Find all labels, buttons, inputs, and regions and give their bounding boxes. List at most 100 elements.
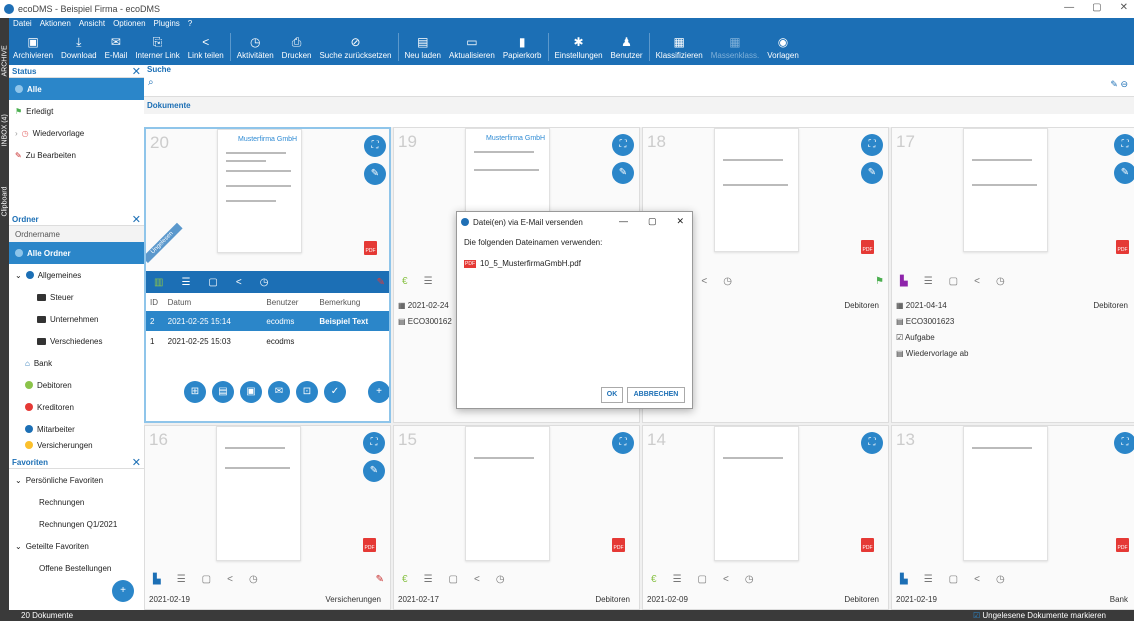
fullscreen-button[interactable]: ⛶ [363,432,385,454]
doc-icon[interactable]: ▢ [208,277,217,288]
file-entry[interactable]: PDF 10_5_MusterfirmaGmbH.pdf [464,259,685,268]
side-tab-clipboard[interactable]: Clipboard [2,187,9,217]
refresh-button[interactable]: ▭ Aktualisieren [445,29,499,65]
status-item-alle[interactable]: Alle [9,78,144,100]
list-icon[interactable]: ☰ [424,574,433,585]
close-icon[interactable]: ✕ [1120,2,1128,13]
history-icon[interactable]: ◷ [496,574,505,585]
edit-button[interactable]: ✎ [612,162,634,184]
action-2-button[interactable]: ▤ [212,381,234,403]
trash-button[interactable]: ▮ Papierkorb [499,29,546,65]
side-tab-archive[interactable]: ARCHIVE [2,45,9,76]
doc-icon[interactable]: ▢ [698,574,707,585]
chevron-down-icon[interactable]: ⌄ [15,271,22,280]
status-item-erledigt[interactable]: ⚑ Erledigt [9,100,144,122]
folder-item-mitarbeiter[interactable]: Mitarbeiter [9,418,144,440]
pencil-icon[interactable]: ✎ [376,574,384,585]
document-thumbnail[interactable] [465,426,550,561]
ok-button[interactable]: OK [601,387,623,403]
history-icon[interactable]: ◷ [260,277,269,288]
activities-button[interactable]: ◷ Aktivitäten [233,29,278,65]
doc-icon[interactable]: ▢ [202,574,211,585]
minimize-icon[interactable]: — [619,216,628,227]
download-button[interactable]: ⤓ Download [57,29,101,65]
document-thumbnail[interactable] [714,128,799,252]
euro-icon[interactable]: € [402,276,408,287]
mark-unread-checkbox[interactable]: ☑ Ungelesene Dokumente markieren [973,611,1106,620]
mail-button[interactable]: ✉ [268,381,290,403]
fullscreen-button[interactable]: ⛶ [612,134,634,156]
action-1-button[interactable]: ⊞ [184,381,206,403]
fav-shared[interactable]: ⌄ Geteilte Favoriten [9,535,144,557]
folder-item-versicherungen[interactable]: Versicherungen [9,440,144,450]
history-icon[interactable]: ◷ [745,574,754,585]
document-card[interactable]: 17 ⛶ ✎ PDF ▙ ☰ ▢ < ◷ ▦ 2021-04-14 Debitoren ▤ … [891,127,1134,423]
settings-button[interactable]: ✱ Einstellungen [551,29,607,65]
internal-link-button[interactable]: ⎘ Interner Link [131,29,183,65]
share-icon[interactable]: < [723,574,729,585]
folder-item-unternehmen[interactable]: Unternehmen [9,308,144,330]
doc-type-icon[interactable]: ▙ [900,276,908,287]
doc-icon[interactable]: ▢ [949,276,958,287]
reset-search-button[interactable]: ⊘ Suche zurücksetzen [315,29,395,65]
menu-aktionen[interactable]: Aktionen [40,19,71,28]
history-icon[interactable]: ◷ [249,574,258,585]
action-3-button[interactable]: ▣ [240,381,262,403]
cancel-button[interactable]: ABBRECHEN [627,387,685,403]
document-thumbnail[interactable] [714,426,799,561]
edit-button[interactable]: ✎ [861,162,883,184]
share-icon[interactable]: < [701,276,707,287]
document-card[interactable]: 13 ⛶ PDF ▙ ☰ ▢ < ◷ 2021-02-19 Bank [891,425,1134,610]
email-button[interactable]: ✉ E-Mail [101,29,132,65]
status-item-zu-bearbeiten[interactable]: ✎ Zu Bearbeiten [9,144,144,166]
menu-ansicht[interactable]: Ansicht [79,19,105,28]
close-icon[interactable]: ✕ [132,213,141,226]
folder-item-verschiedenes[interactable]: Verschiedenes [9,330,144,352]
edit-button[interactable]: ✎ [1114,162,1134,184]
chevron-down-icon[interactable]: ⌄ [15,542,22,551]
fullscreen-button[interactable]: ⛶ [1114,134,1134,156]
menu-plugins[interactable]: Plugins [154,19,180,28]
folder-item-allgemeines[interactable]: ⌄ Allgemeines [9,264,144,286]
history-icon[interactable]: ◷ [996,276,1005,287]
mass-classify-button[interactable]: ▦ Massenklass. [707,29,763,65]
table-row[interactable]: 2 2021-02-25 15:14 ecodms Beispiel Text [146,311,389,331]
folder-item-bank[interactable]: ⌂ Bank [9,352,144,374]
document-card[interactable]: 20 Musterfirma GmbH ⛶ ✎ PDF Ungelesen ▥ ☰… [144,127,391,423]
templates-button[interactable]: ◉ Vorlagen [763,29,803,65]
minimize-icon[interactable]: — [1064,2,1074,13]
folder-column-header[interactable]: Ordnername [9,226,144,242]
menu-datei[interactable]: Datei [13,19,32,28]
fullscreen-button[interactable]: ⛶ [612,432,634,454]
search-icon[interactable]: ⌕ [148,77,154,88]
share-icon[interactable]: < [236,277,242,288]
fullscreen-button[interactable]: ⛶ [861,432,883,454]
euro-icon[interactable]: € [651,574,657,585]
status-item-wiedervorlage[interactable]: › ◷ Wiedervorlage [9,122,144,144]
classify-button[interactable]: ▦ Klassifizieren [652,29,707,65]
fav-offene-bestellungen[interactable]: Offene Bestellungen [9,557,144,579]
doc-icon[interactable]: ▢ [449,574,458,585]
folder-item-steuer[interactable]: Steuer [9,286,144,308]
pencil-icon[interactable]: ✎ [377,277,385,288]
doc-type-icon[interactable]: ▙ [153,574,161,585]
edit-search-icon[interactable]: ✎ ⊖ [1110,79,1128,90]
maximize-icon[interactable]: ▢ [648,216,657,227]
user-button[interactable]: ♟ Benutzer [607,29,647,65]
folder-item-debitoren[interactable]: Debitoren [9,374,144,396]
fav-personal[interactable]: ⌄ Persönliche Favoriten [9,469,144,491]
menu-help[interactable]: ? [188,19,192,28]
maximize-icon[interactable]: ▢ [1092,2,1101,13]
list-icon[interactable]: ☰ [424,276,433,287]
fullscreen-button[interactable]: ⛶ [364,135,386,157]
folder-item-kreditoren[interactable]: Kreditoren [9,396,144,418]
checkbox-icon[interactable]: ☑ [973,611,980,620]
share-icon[interactable]: < [227,574,233,585]
document-thumbnail[interactable] [963,426,1048,561]
edit-button[interactable]: ✎ [364,163,386,185]
print-button[interactable]: ⎙ Drucken [278,29,316,65]
document-card[interactable]: 14 ⛶ PDF € ☰ ▢ < ◷ 2021-02-09 Debitoren [642,425,889,610]
list-icon[interactable]: ☰ [924,276,933,287]
check-button[interactable]: ✓ [324,381,346,403]
add-favorite-button[interactable]: + [112,580,134,602]
